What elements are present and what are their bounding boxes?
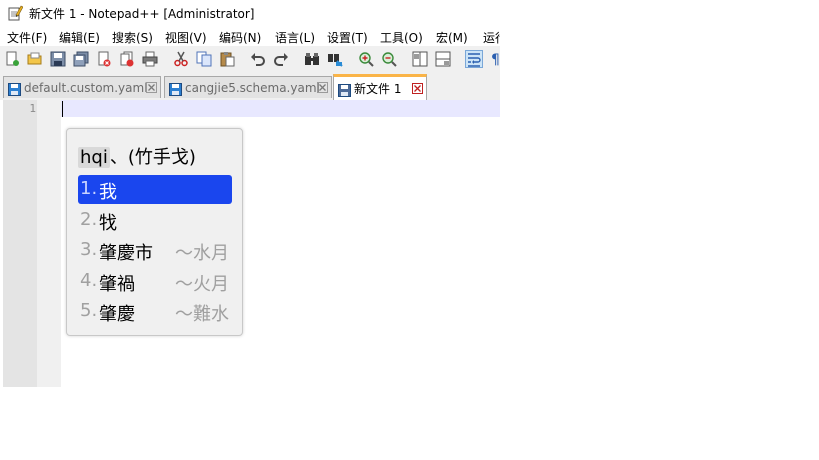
fold-margin[interactable]	[37, 100, 61, 387]
candidate-index: 2.	[80, 208, 98, 230]
menu-bar: 文件(F) 编辑(E) 搜索(S) 视图(V) 编码(N) 语言(L) 设置(T) 工具(O)…	[0, 26, 500, 46]
menu-item[interactable]: 语言(L)	[275, 29, 315, 46]
undo-icon[interactable]	[250, 51, 266, 67]
replace-icon[interactable]	[327, 51, 343, 67]
ime-candidate[interactable]: 1. 我	[78, 175, 232, 204]
new-file-icon[interactable]	[4, 51, 20, 67]
tab-label: cangjie5.schema.yaml	[185, 81, 320, 95]
line-number-gutter: 1	[3, 100, 37, 387]
candidate-index: 4.	[80, 269, 98, 291]
candidate-index: 3.	[80, 239, 98, 260]
svg-text:¶: ¶	[491, 52, 500, 67]
ime-candidate[interactable]: 5. 肇慶 ～難水	[78, 297, 232, 326]
menu-item[interactable]: 视图(V)	[165, 29, 207, 46]
candidate-index: 5.	[80, 300, 98, 321]
save-all-icon[interactable]	[73, 51, 89, 67]
ime-preedit: hqi 、(竹手戈)	[78, 143, 196, 169]
document-tab[interactable]: 新文件 1	[333, 74, 427, 100]
document-tab[interactable]: default.custom.yaml	[3, 76, 161, 98]
save-icon[interactable]	[50, 51, 66, 67]
document-tab[interactable]: cangjie5.schema.yaml	[164, 76, 332, 98]
ime-candidate[interactable]: 2. 牫	[78, 206, 232, 235]
tab-close-icon[interactable]	[317, 82, 328, 93]
tab-close-icon[interactable]	[412, 83, 423, 94]
candidate-index: 1.	[80, 178, 98, 199]
window-title: 新文件 1 - Notepad++ [Administrator]	[29, 7, 255, 21]
menu-item[interactable]: 工具(O)	[380, 29, 423, 46]
toolbar: ¶	[0, 46, 500, 73]
zoom-out-icon[interactable]	[381, 51, 397, 67]
ime-preedit-text: 、(竹手戈)	[109, 147, 196, 168]
candidate-text: 肇慶	[99, 304, 135, 325]
menu-item[interactable]: 编码(N)	[219, 29, 261, 46]
zoom-in-icon[interactable]	[358, 51, 374, 67]
redo-icon[interactable]	[273, 51, 289, 67]
menu-item[interactable]: 文件(F)	[7, 29, 47, 46]
ime-candidate[interactable]: 4. 肇禍 ～火月	[78, 267, 232, 296]
candidate-text: 肇慶市	[99, 243, 153, 264]
tab-bar: default.custom.yaml cangjie5.schema.yaml 新…	[0, 73, 500, 101]
tab-label: default.custom.yaml	[24, 81, 148, 95]
saved-file-icon	[338, 82, 351, 97]
saved-file-icon	[169, 81, 182, 96]
sync-horizontal-icon[interactable]	[435, 51, 451, 67]
menu-item[interactable]: 搜索(S)	[112, 29, 153, 46]
ime-candidate[interactable]: 3. 肇慶市 ～水月	[78, 236, 232, 265]
candidate-comment: ～難水	[175, 304, 229, 325]
word-wrap-icon[interactable]	[465, 50, 483, 68]
menu-item[interactable]: 宏(M)	[436, 29, 468, 46]
notepad-app-icon	[7, 5, 24, 21]
candidate-text: 牫	[99, 212, 117, 234]
copy-icon[interactable]	[196, 51, 212, 67]
text-caret	[62, 101, 63, 117]
candidate-text: 我	[99, 182, 117, 203]
candidate-comment: ～水月	[175, 243, 229, 264]
saved-file-icon	[8, 81, 21, 96]
paste-icon[interactable]	[219, 51, 235, 67]
line-number: 1	[29, 102, 36, 115]
tab-close-icon[interactable]	[146, 82, 157, 93]
open-file-icon[interactable]	[27, 51, 43, 67]
print-icon[interactable]	[142, 51, 158, 67]
show-all-chars-icon[interactable]: ¶	[489, 51, 500, 67]
menu-item[interactable]: 运行	[483, 29, 500, 46]
tab-label: 新文件 1	[354, 82, 402, 96]
menu-item[interactable]: 设置(T)	[327, 29, 368, 46]
candidate-comment: ～火月	[175, 273, 229, 295]
cut-icon[interactable]	[173, 51, 189, 67]
ime-candidate-window: hqi 、(竹手戈) 1. 我 2. 牫 3. 肇慶市 ～水月 4. 肇禍 ～火月 5. 肇慶 ～難水	[66, 128, 243, 336]
menu-item[interactable]: 编辑(E)	[59, 29, 100, 46]
sync-vertical-icon[interactable]	[412, 51, 428, 67]
find-icon[interactable]	[304, 51, 320, 67]
ime-input-code: hqi	[78, 147, 110, 168]
title-bar: 新文件 1 - Notepad++ [Administrator]	[0, 0, 500, 26]
close-all-icon[interactable]	[119, 51, 135, 67]
close-icon[interactable]	[96, 51, 112, 67]
current-line-highlight	[61, 100, 500, 117]
candidate-text: 肇禍	[99, 273, 135, 295]
